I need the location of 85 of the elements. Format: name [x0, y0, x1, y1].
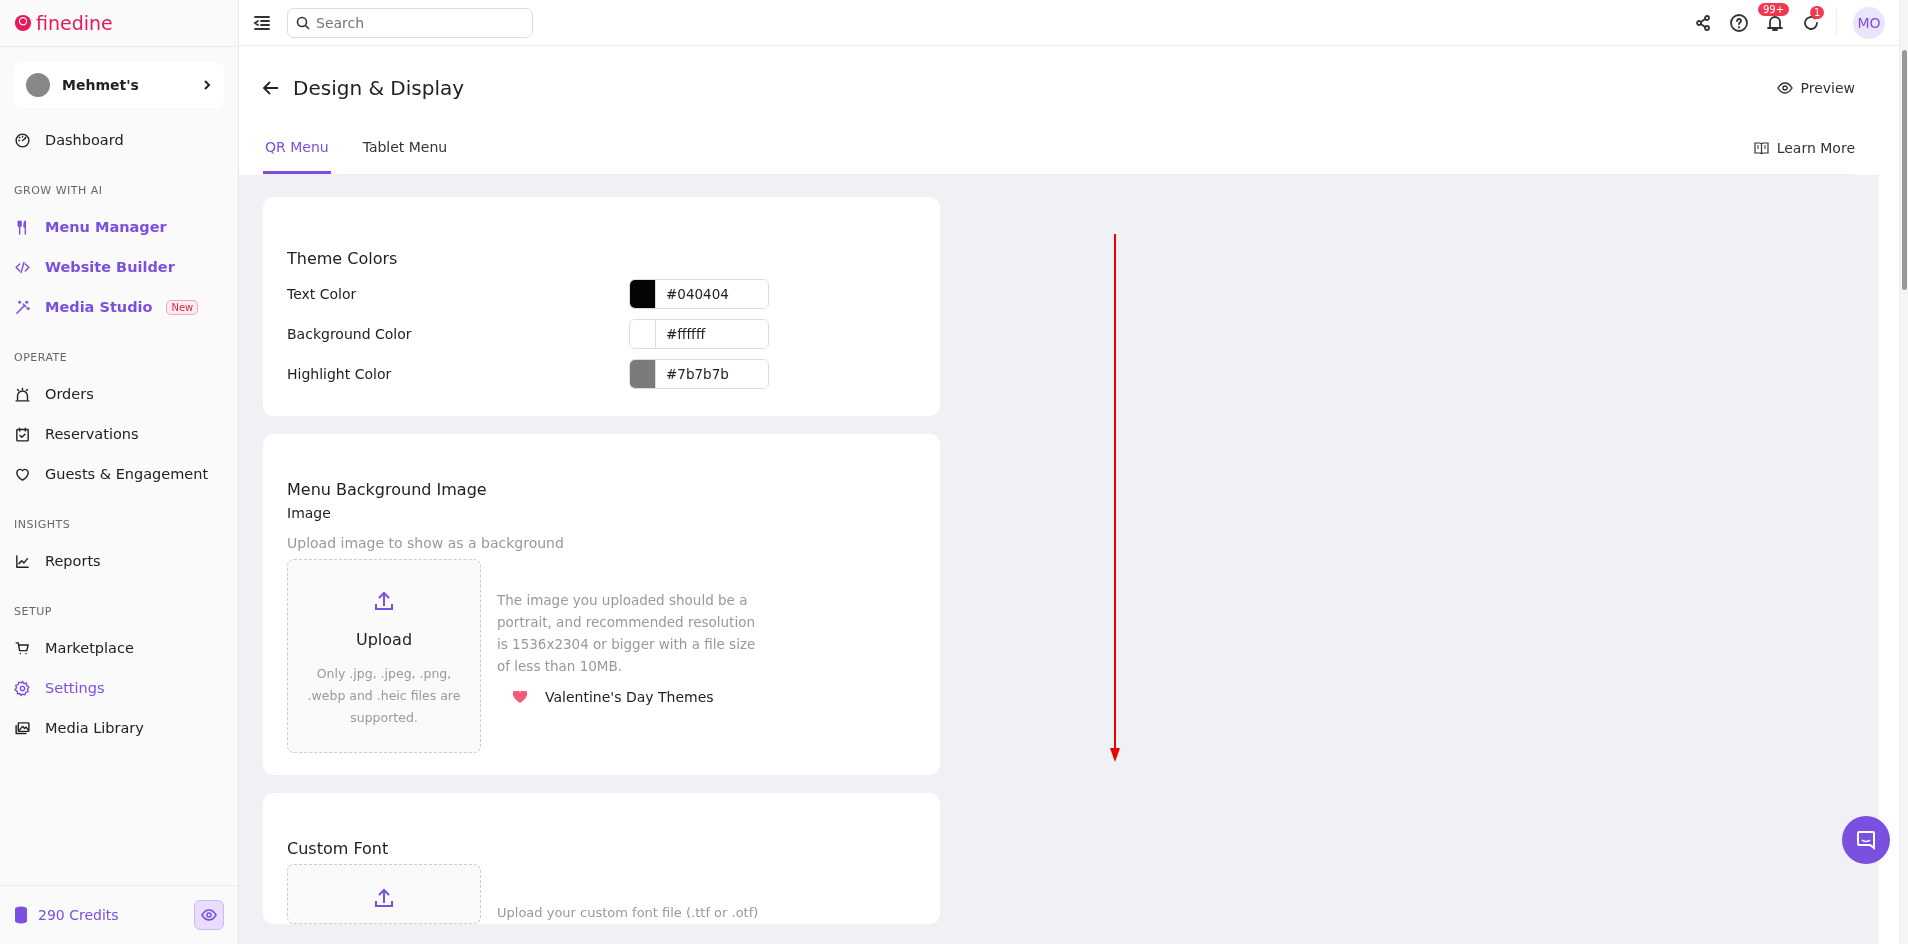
scrollbar-thumb[interactable] [1901, 50, 1907, 290]
book-icon [1753, 142, 1769, 154]
color-input[interactable]: #040404 [629, 279, 769, 309]
sidebar-item[interactable]: Menu Manager [0, 207, 238, 247]
sidebar-item[interactable]: Website Builder [0, 247, 238, 287]
sidebar-item[interactable]: Reservations [0, 414, 238, 454]
heart-icon [513, 691, 527, 703]
sidebar-item-label: Marketplace [45, 640, 134, 656]
search-field[interactable]: Search [287, 7, 533, 38]
field-hint: Upload image to show as a background [287, 535, 565, 551]
sidebar-item[interactable]: Guests & Engagement [0, 454, 238, 494]
sidebar-item-label: Guests & Engagement [45, 466, 209, 482]
sidebar-item[interactable]: Media Studio New [0, 287, 238, 327]
sidebar-item-label: Dashboard [45, 132, 124, 148]
credits-count: 290 Credits [38, 907, 120, 923]
bell-icon[interactable] [1766, 13, 1784, 32]
database-icon [14, 906, 28, 924]
upload-icon [373, 887, 395, 909]
color-label: Text Color [287, 286, 358, 302]
sidebar-item-label: Orders [45, 386, 94, 402]
section-heading: Menu Background Image [287, 480, 488, 499]
update-badge: 1 [1810, 5, 1825, 19]
themes-link[interactable]: Valentine's Day Themes [513, 689, 757, 705]
back-arrow-icon[interactable] [263, 81, 279, 95]
logo-icon [14, 14, 32, 32]
preview-toggle-button[interactable] [194, 900, 224, 930]
share-icon[interactable] [1694, 13, 1712, 32]
section-title: OPERATE [13, 350, 69, 366]
bell-icon [14, 385, 31, 403]
notification-badge: 99+ [1758, 2, 1790, 16]
section-heading: Custom Font [287, 839, 390, 858]
help-icon[interactable] [1730, 13, 1748, 32]
color-input[interactable]: #ffffff [629, 319, 769, 349]
sidebar-item-label: Settings [45, 680, 105, 696]
cart-icon [14, 639, 31, 657]
sidebar-item-label: Menu Manager [45, 219, 167, 235]
color-swatch[interactable] [630, 360, 656, 388]
sidebar-item-label: Website Builder [45, 259, 175, 275]
search-icon [296, 15, 310, 30]
learn-more-link[interactable]: Learn More [1753, 140, 1855, 156]
sidebar-item-label: Reports [45, 553, 101, 569]
color-label: Background Color [287, 326, 413, 342]
chat-icon [1855, 829, 1877, 851]
venue-avatar [26, 73, 50, 97]
image-requirements-text: The image you uploaded should be a portrait, and recommended resolution is 1536x2304 or bigger with a file size of less than 10MB. [497, 591, 757, 676]
chart-icon [14, 552, 31, 570]
venue-selector[interactable]: Mehmet's [14, 62, 224, 108]
wand-icon [14, 298, 31, 316]
section-title: INSIGHTS [13, 517, 72, 533]
tab[interactable]: Tablet Menu [360, 122, 450, 174]
gauge-icon [14, 131, 31, 149]
brand-name: finedine [36, 12, 113, 34]
section-heading: Theme Colors [287, 249, 399, 268]
color-label: Highlight Color [287, 366, 393, 382]
sidebar-item[interactable]: Dashboard [0, 120, 238, 160]
upload-icon [373, 590, 395, 612]
sidebar-item-label: Media Studio [45, 299, 153, 315]
chevron-right-icon [202, 80, 212, 90]
color-swatch[interactable] [630, 320, 656, 348]
sidebar-item[interactable]: Reports [0, 541, 238, 581]
font-upload-hint: Upload your custom font file (.ttf or .otf) [497, 905, 759, 920]
sidebar-item[interactable]: Orders [0, 374, 238, 414]
color-input[interactable]: #7b7b7b [629, 359, 769, 389]
images-icon [14, 719, 31, 737]
sidebar-item-label: Reservations [45, 426, 139, 442]
calendar-icon [14, 425, 31, 443]
sidebar-item[interactable]: Media Library [0, 708, 238, 748]
new-badge: New [166, 299, 199, 315]
sidebar-item-label: Media Library [45, 720, 144, 736]
section-title: SETUP [13, 604, 53, 620]
upload-dropzone[interactable]: Upload Only .jpg, .jpeg, .png, .webp and .heic files are supported. [287, 559, 481, 753]
eye-icon [1776, 82, 1793, 94]
menu-icon[interactable] [253, 13, 271, 32]
color-swatch[interactable] [630, 280, 656, 308]
page-title: Design & Display [293, 76, 466, 100]
user-avatar[interactable]: MO [1853, 6, 1885, 39]
gear-icon [14, 679, 31, 697]
field-label: Image [287, 505, 332, 521]
upload-label: Upload [355, 630, 413, 649]
sidebar-item[interactable]: Marketplace [0, 628, 238, 668]
sidebar-item[interactable]: Settings [0, 668, 238, 708]
section-title: GROW WITH AI [13, 183, 104, 199]
eye-icon [201, 909, 217, 921]
file-format-note: Only .jpg, .jpeg, .png, .webp and .heic files are supported. [306, 665, 462, 727]
preview-button[interactable]: Preview [1776, 80, 1855, 96]
